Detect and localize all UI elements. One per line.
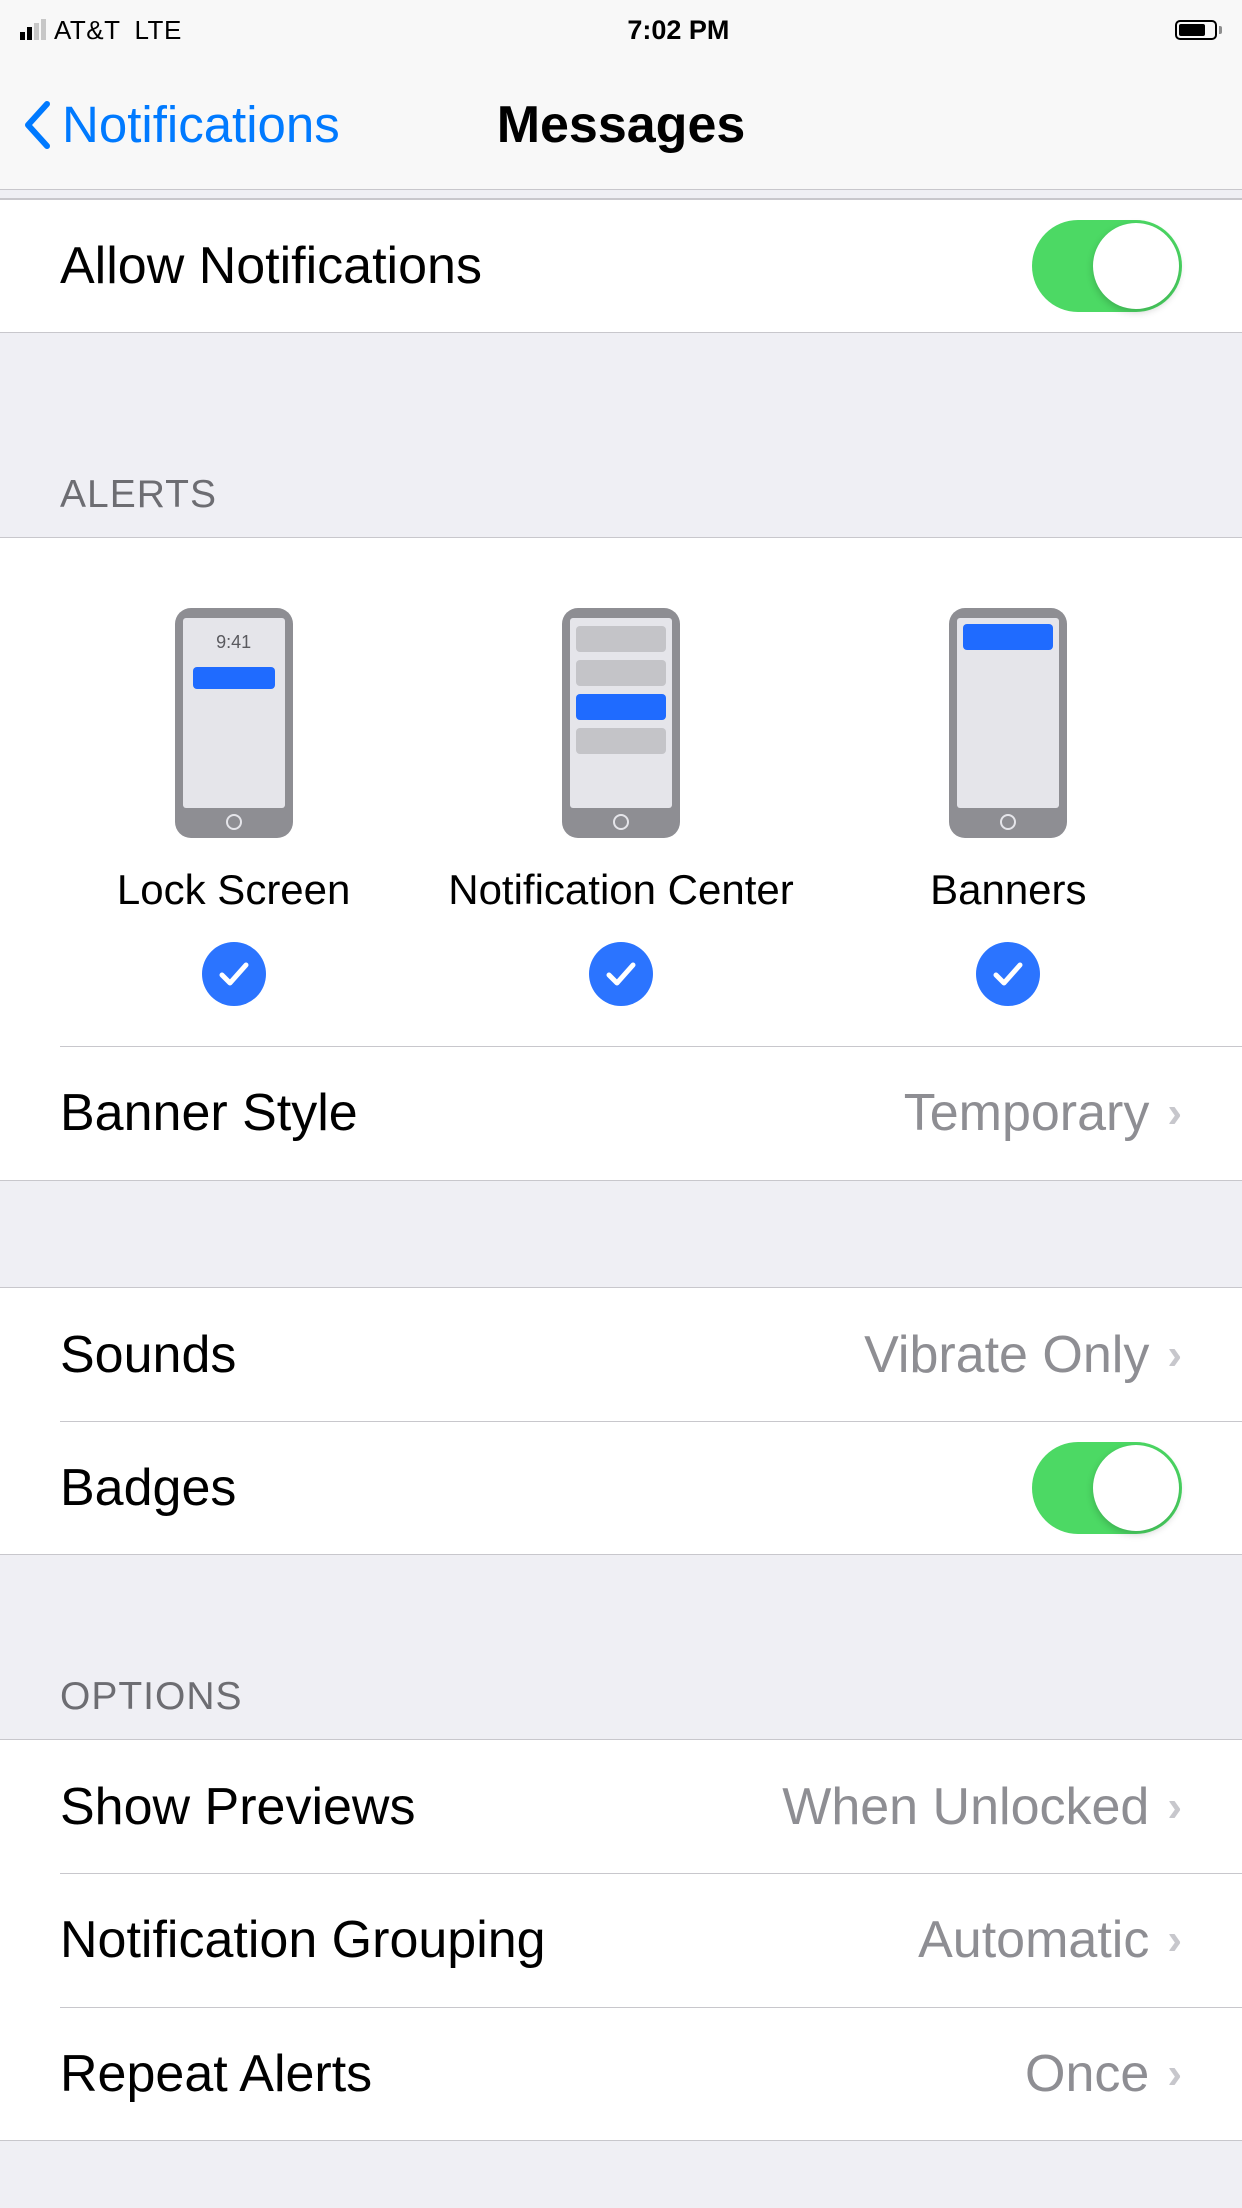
mock-time: 9:41 xyxy=(189,624,279,661)
lock-screen-checkmark-icon xyxy=(202,942,266,1006)
sounds-label: Sounds xyxy=(60,1325,236,1385)
separator xyxy=(0,190,1242,199)
notification-grouping-label: Notification Grouping xyxy=(60,1910,546,1970)
notification-center-label: Notification Center xyxy=(448,866,794,914)
section-header-options: OPTIONS xyxy=(0,1555,1242,1739)
notification-center-preview-icon xyxy=(562,608,680,838)
banners-preview-icon xyxy=(949,608,1067,838)
section-header-alerts: ALERTS xyxy=(0,333,1242,537)
notification-grouping-value: Automatic xyxy=(918,1910,1149,1970)
badges-toggle[interactable] xyxy=(1032,1442,1182,1534)
chevron-right-icon: › xyxy=(1167,1915,1182,1965)
banner-style-value: Temporary xyxy=(904,1083,1150,1143)
banner-style-row[interactable]: Banner Style Temporary › xyxy=(0,1046,1242,1180)
toggle-knob xyxy=(1093,223,1179,309)
allow-notifications-toggle[interactable] xyxy=(1032,220,1182,312)
repeat-alerts-value: Once xyxy=(1025,2044,1149,2104)
lock-screen-label: Lock Screen xyxy=(117,866,350,914)
alert-styles-container: 9:41 Lock Screen xyxy=(0,537,1242,1046)
status-bar: AT&T LTE 7:02 PM xyxy=(0,0,1242,60)
alert-option-notification-center[interactable]: Notification Center xyxy=(427,608,814,1006)
chevron-right-icon: › xyxy=(1167,1088,1182,1138)
banner-style-label: Banner Style xyxy=(60,1083,358,1143)
chevron-right-icon: › xyxy=(1167,2049,1182,2099)
sounds-row[interactable]: Sounds Vibrate Only › xyxy=(0,1287,1242,1421)
alert-option-banners[interactable]: Banners xyxy=(815,608,1202,1006)
badges-row[interactable]: Badges xyxy=(0,1421,1242,1555)
sounds-badges-group: Sounds Vibrate Only › Badges xyxy=(0,1287,1242,1555)
chevron-right-icon: › xyxy=(1167,1330,1182,1380)
banners-label: Banners xyxy=(930,866,1086,914)
battery-icon xyxy=(1175,20,1222,40)
page-title: Messages xyxy=(497,95,746,155)
signal-icon xyxy=(20,20,46,40)
alerts-group: 9:41 Lock Screen xyxy=(0,537,1242,1181)
chevron-left-icon xyxy=(22,100,52,150)
section-gap xyxy=(0,1181,1242,1287)
allow-notifications-row[interactable]: Allow Notifications xyxy=(0,199,1242,333)
alert-option-lock-screen[interactable]: 9:41 Lock Screen xyxy=(40,608,427,1006)
badges-label: Badges xyxy=(60,1458,236,1518)
notification-center-checkmark-icon xyxy=(589,942,653,1006)
toggle-knob xyxy=(1093,1445,1179,1531)
back-button[interactable]: Notifications xyxy=(22,95,340,154)
lock-screen-preview-icon: 9:41 xyxy=(175,608,293,838)
show-previews-label: Show Previews xyxy=(60,1777,415,1837)
chevron-right-icon: › xyxy=(1167,1782,1182,1832)
nav-bar: Notifications Messages xyxy=(0,60,1242,190)
sounds-value: Vibrate Only xyxy=(864,1325,1149,1385)
status-time: 7:02 PM xyxy=(627,15,729,46)
allow-notifications-label: Allow Notifications xyxy=(60,236,482,296)
back-label: Notifications xyxy=(62,95,340,154)
show-previews-value: When Unlocked xyxy=(782,1777,1149,1837)
carrier-label: AT&T xyxy=(54,15,121,46)
show-previews-row[interactable]: Show Previews When Unlocked › xyxy=(0,1739,1242,1873)
options-group: Show Previews When Unlocked › Notificati… xyxy=(0,1739,1242,2141)
status-left: AT&T LTE xyxy=(20,15,182,46)
banners-checkmark-icon xyxy=(976,942,1040,1006)
network-label: LTE xyxy=(135,15,182,46)
notification-grouping-row[interactable]: Notification Grouping Automatic › xyxy=(0,1873,1242,2007)
repeat-alerts-row[interactable]: Repeat Alerts Once › xyxy=(0,2007,1242,2141)
repeat-alerts-label: Repeat Alerts xyxy=(60,2044,372,2104)
